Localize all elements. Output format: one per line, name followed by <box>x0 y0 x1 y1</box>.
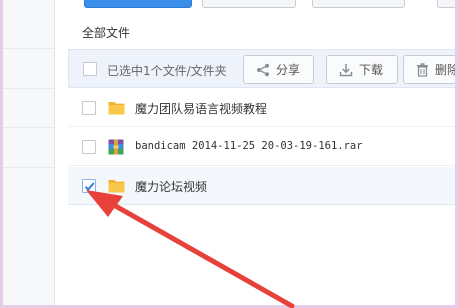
offline-download-button[interactable] <box>312 0 405 8</box>
download-icon <box>339 63 353 76</box>
selection-toolbar: 已选中1个文件/文件夹 分享 下载 删除 <box>68 49 455 88</box>
upload-button[interactable] <box>84 0 192 8</box>
breadcrumb[interactable]: 全部文件 <box>82 24 130 41</box>
more-button[interactable] <box>437 0 455 8</box>
share-icon <box>257 63 269 76</box>
delete-button[interactable]: 删除 <box>403 55 455 84</box>
sidebar-divider <box>3 48 54 49</box>
trash-icon <box>417 62 428 77</box>
row-checkbox[interactable] <box>82 140 96 154</box>
file-name[interactable]: 魔力团队易语言视频教程 <box>135 100 267 117</box>
row-checkbox[interactable] <box>82 101 96 115</box>
app-window: 全部文件 已选中1个文件/文件夹 分享 下载 删除 魔力团队易语言视频教程 ba… <box>3 0 455 305</box>
file-list-panel: 全部文件 已选中1个文件/文件夹 分享 下载 删除 魔力团队易语言视频教程 ba… <box>56 0 455 305</box>
sidebar-divider <box>3 88 54 89</box>
sidebar-divider <box>3 127 54 128</box>
new-folder-button[interactable] <box>202 0 296 8</box>
download-label: 下载 <box>359 63 384 77</box>
rar-archive-icon <box>108 139 124 155</box>
delete-label: 删除 <box>435 63 455 77</box>
sidebar-divider <box>3 167 54 168</box>
file-name[interactable]: bandicam 2014-11-25 20-03-19-161.rar <box>135 140 363 152</box>
select-all-checkbox[interactable] <box>83 62 97 76</box>
download-button[interactable]: 下载 <box>326 55 398 84</box>
selection-count-text: 已选中1个文件/文件夹 <box>107 64 227 78</box>
folder-icon <box>108 180 125 193</box>
row-checkbox-checked[interactable] <box>82 179 96 193</box>
folder-icon <box>108 102 125 115</box>
share-button[interactable]: 分享 <box>243 55 314 84</box>
file-row-selected[interactable]: 魔力论坛视频 <box>68 167 455 205</box>
file-row[interactable]: 魔力团队易语言视频教程 <box>68 89 455 127</box>
checkmark-icon <box>84 182 95 191</box>
file-name[interactable]: 魔力论坛视频 <box>135 178 207 195</box>
left-sidebar <box>3 0 55 305</box>
file-row[interactable]: bandicam 2014-11-25 20-03-19-161.rar <box>68 128 455 166</box>
share-label: 分享 <box>276 63 301 77</box>
